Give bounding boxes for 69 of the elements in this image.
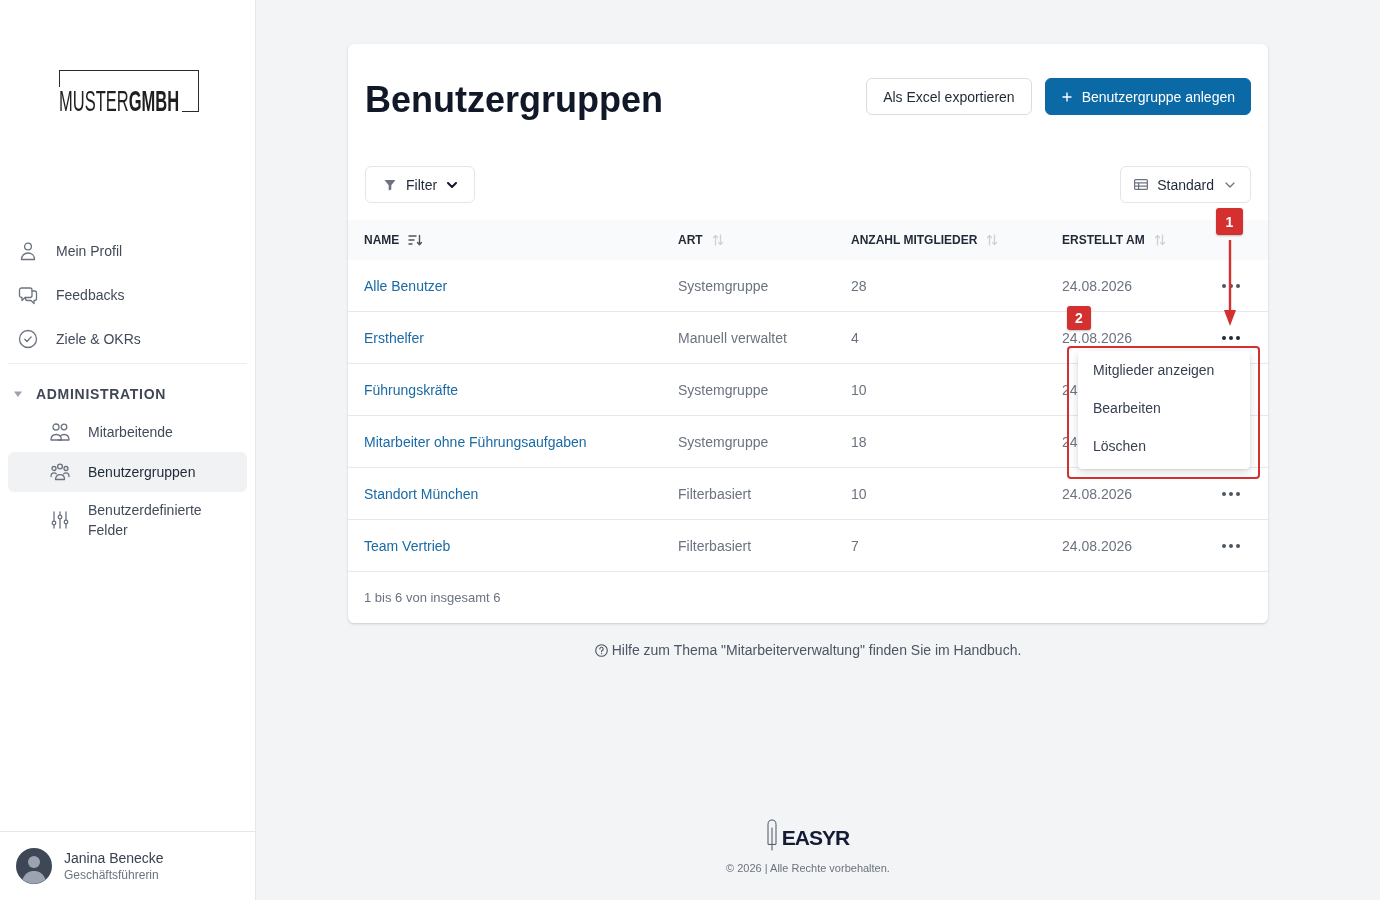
nav-item[interactable]: Mein Profil xyxy=(8,229,247,273)
group-link[interactable]: Führungskräfte xyxy=(364,381,459,398)
chevron-down-icon xyxy=(447,181,458,188)
nav-item[interactable]: Benutzergruppen xyxy=(8,452,247,492)
export-button[interactable]: Als Excel exportieren xyxy=(866,78,1032,115)
user-role: Geschäftsführerin xyxy=(64,867,160,883)
group-link[interactable]: Alle Benutzer xyxy=(364,277,448,294)
table-cell: 10 xyxy=(851,381,867,398)
company-logo: MUSTERGMBH xyxy=(59,70,199,112)
table-cell: 24.08.2026 xyxy=(1062,277,1133,294)
plus-icon xyxy=(1061,91,1072,102)
page-title: Benutzergruppen xyxy=(365,78,663,122)
nav-item[interactable]: Benutzerdefinierte Felder xyxy=(8,492,247,548)
people-icon xyxy=(50,422,70,442)
table-cell: 10 xyxy=(851,485,867,502)
annotation-badge: 2 xyxy=(1067,306,1091,330)
column-header[interactable]: ANZAHL MITGLIEDER xyxy=(851,233,999,247)
help-text: Hilfe zum Thema "Mitarbeiterverwaltung" finden Sie im Handbuch. xyxy=(611,642,1022,658)
menu-item[interactable]: Löschen xyxy=(1078,427,1250,465)
more-icon[interactable] xyxy=(1222,543,1240,548)
table-cell: 7 xyxy=(851,537,859,554)
view-dropdown[interactable]: Standard xyxy=(1120,166,1251,203)
table-cell: 24.08.2026 xyxy=(1062,329,1133,346)
group-link[interactable]: Mitarbeiter ohne Führungsaufgaben xyxy=(364,433,587,450)
table-cell: 24.08.2026 xyxy=(1062,485,1133,502)
nav-item[interactable]: Ziele & OKRs xyxy=(8,317,247,361)
group-link[interactable]: Standort München xyxy=(364,485,479,502)
user-name: Janina Benecke xyxy=(64,849,164,867)
filter-icon xyxy=(384,178,396,191)
more-icon[interactable] xyxy=(1222,491,1240,496)
pagination-info: 1 bis 6 von insgesamt 6 xyxy=(364,590,501,605)
brand-mark-icon xyxy=(766,819,777,851)
table-cell: 24.08.2026 xyxy=(1062,537,1133,554)
nav-item[interactable]: Feedbacks xyxy=(8,273,247,317)
section-toggle[interactable]: ADMINISTRATION xyxy=(8,376,247,412)
table-cell: Filterbasiert xyxy=(678,485,752,502)
nav-item[interactable]: Mitarbeitende xyxy=(8,412,247,452)
sliders-icon xyxy=(50,510,70,530)
copyright-text: © 2026 | Alle Rechte vorbehalten. xyxy=(726,862,890,874)
column-header[interactable]: ERSTELLT AM xyxy=(1062,233,1166,247)
menu-item[interactable]: Bearbeiten xyxy=(1078,389,1250,427)
person-icon xyxy=(18,241,38,261)
table-cell: 4 xyxy=(851,329,859,346)
column-header[interactable]: NAME xyxy=(364,233,423,247)
table-cell: Filterbasiert xyxy=(678,537,752,554)
more-icon[interactable] xyxy=(1222,335,1240,340)
chevron-down-icon xyxy=(1225,181,1235,188)
sort-icon[interactable] xyxy=(408,234,423,246)
group-link[interactable]: Team Vertrieb xyxy=(364,537,451,554)
table-cell: 18 xyxy=(851,433,867,450)
more-icon[interactable] xyxy=(1222,283,1240,288)
group-link[interactable]: Ersthelfer xyxy=(364,329,424,346)
menu-item[interactable]: Mitglieder anzeigen xyxy=(1078,351,1250,389)
table-cell: Manuell verwaltet xyxy=(678,329,787,346)
avatar-icon xyxy=(16,848,52,884)
annotation-badge: 1 xyxy=(1216,208,1243,235)
table-cell: 28 xyxy=(851,277,867,294)
filter-button[interactable]: Filter xyxy=(365,166,476,203)
add-group-button[interactable]: Benutzergruppe anlegen xyxy=(1044,78,1251,115)
table-cell: Systemgruppe xyxy=(678,433,769,450)
help-icon[interactable] xyxy=(594,643,608,657)
table-cell: Systemgruppe xyxy=(678,277,769,294)
column-header[interactable]: ART xyxy=(678,233,724,247)
brand-name: EASYR xyxy=(781,827,850,849)
group-icon xyxy=(50,462,70,482)
table-cell: Systemgruppe xyxy=(678,381,769,398)
check-circle-icon xyxy=(18,329,38,349)
table-icon xyxy=(1134,179,1149,190)
chat-bubbles-icon xyxy=(18,285,38,305)
